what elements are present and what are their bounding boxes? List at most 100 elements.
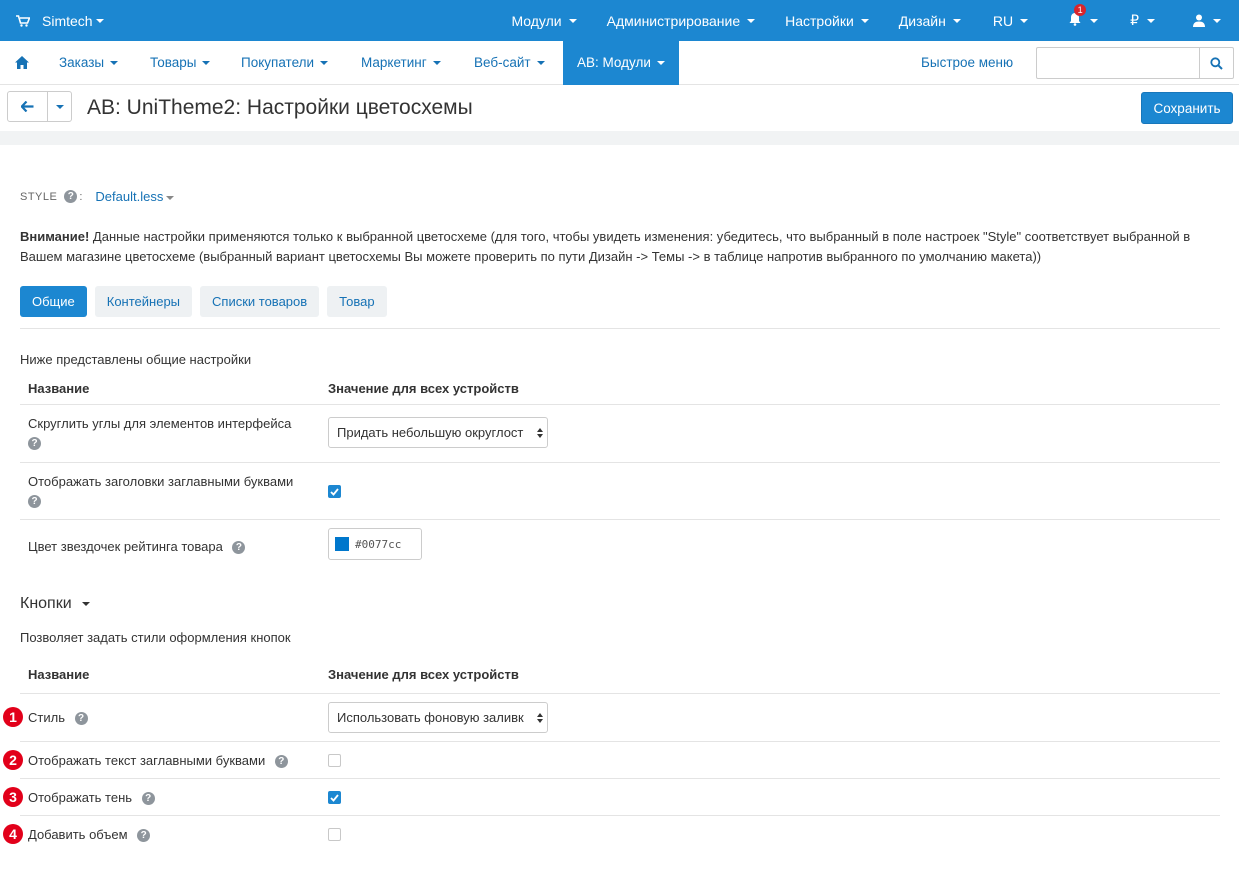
setting-value [328, 791, 341, 804]
chevron-down-icon [95, 18, 104, 23]
setting-label: Отображать тень [28, 790, 133, 805]
chevron-down-icon [166, 195, 175, 200]
uppercase-headings-checkbox[interactable] [328, 485, 341, 498]
page-title: AB: UniTheme2: Настройки цветосхемы [87, 96, 473, 119]
rounded-corners-select[interactable]: Придать небольшую округлост [328, 417, 548, 448]
help-icon[interactable]: ? [28, 437, 41, 451]
checkmark-icon [330, 487, 339, 496]
help-icon[interactable]: ? [74, 712, 88, 726]
setting-name: Цвет звездочек рейтинга товара ? [28, 537, 246, 556]
nav-label: Маркетинг [361, 55, 427, 70]
store-switcher[interactable]: Simtech [16, 0, 104, 41]
notifications-button[interactable]: 1 [1068, 4, 1099, 29]
language-switcher[interactable]: RU [992, 12, 1029, 29]
top-menu-design[interactable]: Дизайн [899, 13, 961, 29]
annotation-marker-1: 1 [3, 707, 23, 727]
cart-icon [16, 14, 30, 27]
top-menu-modules[interactable]: Модули [511, 12, 577, 29]
chevron-down-icon [536, 61, 545, 66]
setting-name: Добавить объем ? [28, 825, 151, 844]
currency-label: ₽ [1130, 12, 1139, 28]
chevron-down-icon [81, 602, 90, 606]
chevron-down-icon [56, 104, 64, 109]
top-menu-label: Дизайн [898, 12, 946, 29]
nav-label: AB: Модули [577, 55, 651, 70]
tab-containers[interactable]: Контейнеры [94, 286, 193, 317]
nav-website[interactable]: Веб-сайт [474, 41, 545, 85]
nav-products[interactable]: Товары [150, 41, 211, 85]
general-settings-table: Название Значение для всех устройств Скр… [20, 373, 1220, 572]
chevron-down-icon [1020, 18, 1029, 23]
style-value: Default.less [95, 189, 164, 204]
style-dropdown[interactable]: Default.less [95, 189, 175, 204]
setting-name: Стиль ? [28, 708, 88, 727]
warning-title: Внимание! [20, 229, 90, 244]
column-name-header: Название [28, 667, 90, 682]
style-label: STYLE [20, 190, 58, 203]
search-icon [1210, 56, 1223, 70]
uppercase-text-checkbox[interactable] [328, 754, 341, 767]
nav-ab-modules[interactable]: AB: Модули [563, 41, 679, 85]
column-value-header: Значение для всех устройств [328, 667, 519, 682]
back-dropdown-button[interactable] [48, 92, 72, 121]
help-icon[interactable]: ? [274, 755, 288, 769]
warning-text: Данные настройки применяются только к вы… [20, 229, 1191, 264]
search-input[interactable] [1037, 48, 1201, 78]
style-colon: : [79, 190, 83, 203]
help-icon[interactable]: ? [141, 792, 155, 806]
main-nav: Заказы Товары Покупатели Маркетинг Веб-с… [0, 41, 1239, 85]
setting-label: Отображать текст заглавными буквами [28, 753, 266, 768]
nav-orders[interactable]: Заказы [59, 41, 119, 85]
button-style-select[interactable]: Использовать фоновую заливк [328, 702, 548, 733]
setting-name: Отображать тень ? [28, 788, 155, 807]
setting-name: Отображать текст заглавными буквами ? [28, 751, 288, 770]
tabs-divider [20, 328, 1220, 329]
star-color-picker[interactable]: #0077cc [328, 528, 422, 560]
top-menu-settings[interactable]: Настройки [785, 13, 869, 29]
quick-menu-link[interactable]: Быстрое меню [921, 41, 1013, 85]
select-value: Придать небольшую округлост [337, 425, 524, 440]
tab-product-lists[interactable]: Списки товаров [200, 286, 320, 317]
top-menu-label: Настройки [785, 12, 854, 29]
nav-customers[interactable]: Покупатели [241, 41, 329, 85]
top-menu-label: Администрирование [606, 12, 741, 29]
chevron-down-icon [320, 61, 329, 66]
save-button[interactable]: Сохранить [1141, 92, 1233, 124]
help-icon[interactable]: ? [137, 829, 151, 843]
setting-label: Добавить объем [28, 827, 128, 842]
search-button[interactable] [1199, 48, 1233, 78]
help-icon[interactable]: ? [28, 495, 41, 509]
chevron-down-icon [747, 18, 756, 23]
notification-badge: 1 [1074, 4, 1087, 16]
select-arrows-icon [537, 713, 543, 723]
arrow-left-icon [21, 101, 34, 112]
top-menu-administration[interactable]: Администрирование [607, 13, 756, 29]
nav-label: Веб-сайт [474, 55, 531, 70]
table-header: Название Значение для всех устройств [20, 373, 1220, 405]
top-menu: Модули Администрирование Настройки Дизай… [511, 0, 1221, 41]
user-menu[interactable] [1193, 14, 1221, 27]
language-label: RU [992, 12, 1014, 29]
volume-checkbox[interactable] [328, 828, 341, 841]
setting-name: Отображать заголовки заглавными буквами … [28, 472, 293, 510]
back-button[interactable] [8, 92, 48, 121]
nav-label: Покупатели [241, 55, 315, 70]
annotation-marker-3: 3 [3, 787, 23, 807]
top-menu-label: Модули [511, 12, 562, 29]
nav-marketing[interactable]: Маркетинг [361, 41, 441, 85]
tab-general[interactable]: Общие [20, 286, 87, 317]
chevron-down-icon [202, 61, 211, 66]
color-hex-value: #0077cc [355, 537, 402, 551]
brand-label: Simtech [42, 12, 93, 29]
help-icon[interactable]: ? [64, 190, 78, 203]
help-icon[interactable]: ? [232, 541, 246, 555]
top-bar: Simtech Модули Администрирование Настрой… [0, 0, 1239, 41]
tab-product[interactable]: Товар [327, 286, 387, 317]
select-value: Использовать фоновую заливк [337, 710, 524, 725]
shadow-checkbox[interactable] [328, 791, 341, 804]
buttons-section-toggle[interactable]: Кнопки [20, 595, 90, 613]
bell-icon: 1 [1068, 4, 1087, 29]
currency-switcher[interactable]: ₽ [1130, 12, 1155, 29]
home-icon[interactable] [15, 56, 29, 69]
setting-value [328, 754, 341, 767]
